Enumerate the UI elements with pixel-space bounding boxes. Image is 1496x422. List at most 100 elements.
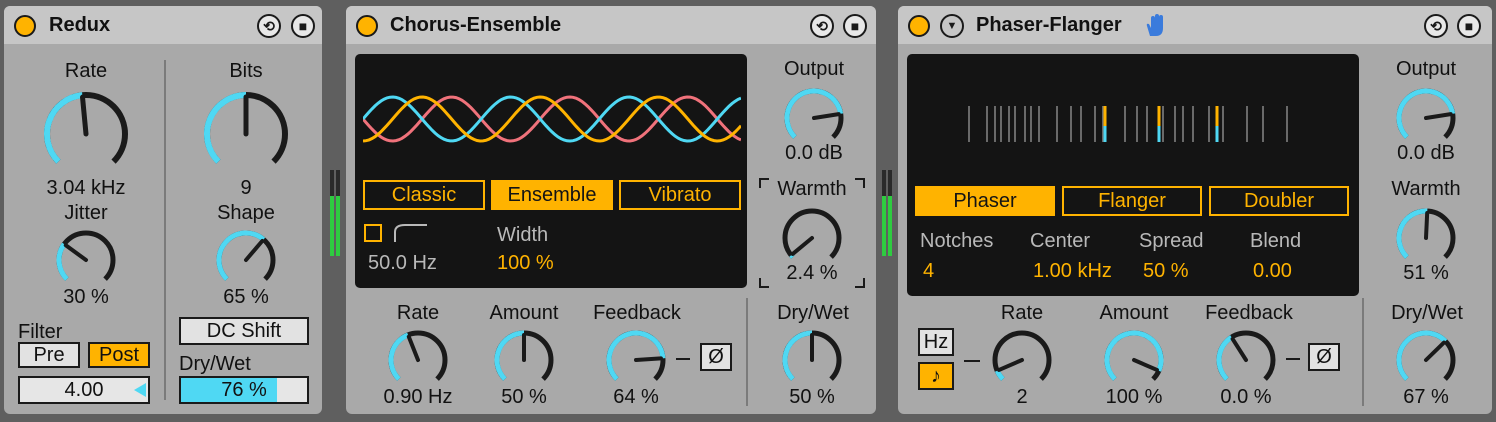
chorus-rate-knob[interactable] [386,328,450,392]
chorus-amount-knob[interactable] [492,328,556,392]
phaser-notches-label: Notches [920,230,994,252]
phaser-power-button[interactable] [908,15,930,37]
phaser-drywet-knob[interactable] [1394,328,1458,392]
phaser-spread-label: Spread [1139,230,1204,252]
knob-pointer [1424,340,1446,362]
redux-shape-knob[interactable] [214,228,278,292]
redux-hot-swap-icon[interactable]: ⟲ [257,14,281,38]
chorus-wave-orange [363,95,741,143]
knob-track [782,208,842,259]
knob-arc [216,230,266,281]
chorus-drywet-knob[interactable] [780,328,844,392]
chorus-save-icon[interactable]: ■ [843,14,867,38]
knob-pointer [1230,336,1248,362]
chorus-mode-ensemble[interactable]: Ensemble [491,180,613,210]
redux-filter-label: Filter [18,321,63,343]
knob-arc [204,92,247,164]
knob-pointer [1132,358,1159,372]
phaser-center-value[interactable]: 1.00 kHz [1033,260,1112,283]
phaser-mode-phaser[interactable]: Phaser [915,186,1055,216]
phaser-notches-value[interactable]: 4 [923,260,934,283]
redux-power-button[interactable] [14,15,36,37]
phaser-spread-value[interactable]: 50 % [1143,260,1189,283]
phaser-output-knob[interactable] [1394,86,1458,150]
knob-pointer [997,358,1024,372]
chorus-hot-swap-icon[interactable]: ⟲ [810,14,834,38]
chorus-rate-value: 0.90 Hz [383,386,453,408]
knob-track [56,230,116,281]
phaser-sync-note-button[interactable]: ♪ [918,362,954,390]
knob-arc [782,330,813,381]
knob-arc [1396,208,1428,259]
phaser-blend-label: Blend [1250,230,1302,252]
phaser-mode-doubler[interactable]: Doubler [1209,186,1349,216]
redux-bits-label: Bits [229,60,263,82]
knob-pointer [1424,112,1453,120]
phaser-rate-value: 2 [1016,386,1028,408]
chorus-rate-label: Rate [396,302,440,324]
phaser-expand-icon[interactable]: ▼ [940,14,964,38]
redux-drywet-slider[interactable]: 76 % [179,376,309,404]
phaser-blend-value[interactable]: 0.00 [1253,260,1292,283]
chorus-amount-value: 50 % [501,386,547,408]
phaser-warmth-label: Warmth [1391,178,1461,200]
phaser-center-label: Center [1030,230,1091,252]
chorus-output-label: Output [783,58,845,80]
phaser-display: Phaser Flanger Doubler Notches 4 Center … [907,54,1359,296]
redux-rate-label: Rate [64,60,108,82]
phaser-output-label: Output [1395,58,1457,80]
phaser-invert-button[interactable]: Ø [1308,343,1340,371]
redux-save-icon[interactable]: ■ [291,14,315,38]
knob-arc [56,242,69,281]
knob-arc [494,330,525,381]
meter-left-1 [330,170,334,256]
chorus-width-value[interactable]: 100 % [497,252,554,275]
phaser-hz-button[interactable]: Hz [918,328,954,356]
redux-post-button[interactable]: Post [88,342,150,368]
highpass-curve-icon [394,224,427,242]
chorus-highpass-checkbox[interactable] [364,224,382,242]
phaser-amount-knob[interactable] [1102,328,1166,392]
chorus-highpass-value: 50.0 Hz [368,252,437,274]
chorus-power-button[interactable] [356,15,378,37]
phaser-save-icon[interactable]: ■ [1457,14,1481,38]
redux-shape-label: Shape [217,202,275,224]
redux-jitter-knob[interactable] [54,228,118,292]
chorus-feedback-knob[interactable] [604,328,668,392]
phaser-rate-label: Rate [1000,302,1044,324]
chorus-mode-vibrato[interactable]: Vibrato [619,180,741,210]
knob-pointer [634,356,663,362]
filter-arrow-icon [134,383,146,397]
chorus-output-knob[interactable] [782,86,846,150]
phaser-rate-link-line [964,360,980,362]
phaser-warmth-knob[interactable] [1394,206,1458,270]
phaser-hot-swap-icon[interactable]: ⟲ [1424,14,1448,38]
phaser-feedback-knob[interactable] [1214,328,1278,392]
phaser-drywet-label: Dry/Wet [1391,302,1463,324]
phaser-mode-flanger[interactable]: Flanger [1062,186,1202,216]
chorus-invert-button[interactable]: Ø [700,343,732,371]
redux-titlebar: Redux ⟲ ■ [4,6,322,44]
knob-pointer [80,94,89,137]
chorus-mode-classic[interactable]: Classic [363,180,485,210]
redux-rate-knob[interactable] [42,90,130,178]
phaser-titlebar: ▼ Phaser-Flanger ⟲ ■ [898,6,1492,44]
chorus-warmth-knob[interactable] [780,206,844,270]
redux-bits-knob[interactable] [202,90,290,178]
redux-drywet-value: 76 % [221,379,267,401]
knob-arc [388,332,410,381]
chorus-display: Classic Ensemble Vibrato 50.0 Hz Width 1… [355,54,747,288]
phaser-feedback-value: 0.0 % [1220,386,1272,408]
redux-filter-value-field[interactable]: 4.00 [18,376,150,404]
chorus-feedback-link-line [676,358,690,360]
redux-divider [164,60,166,400]
meter-left-2 [336,170,340,256]
chorus-divider [746,298,748,406]
phaser-rate-knob[interactable] [990,328,1054,392]
redux-pre-button[interactable]: Pre [18,342,80,368]
chorus-device: Chorus-Ensemble ⟲ ■ Classic Ensemble Vib… [346,6,876,414]
chorus-titlebar: Chorus-Ensemble ⟲ ■ [346,6,876,44]
redux-rate-value: 3.04 kHz [46,177,126,199]
meter-right-2 [888,170,892,256]
redux-dc-shift-button[interactable]: DC Shift [179,317,309,345]
